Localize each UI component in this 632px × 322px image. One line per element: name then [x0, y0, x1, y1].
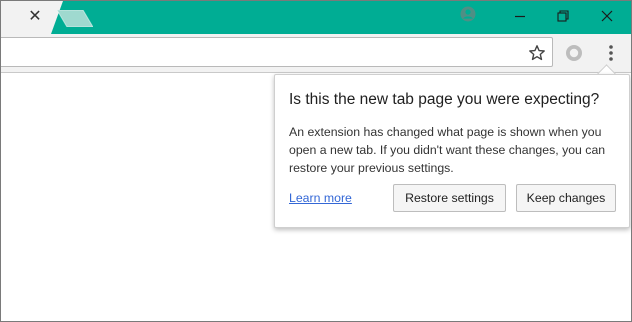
minimize-icon [515, 15, 525, 18]
close-window-button[interactable] [584, 1, 630, 31]
dialog-title: Is this the new tab page you were expect… [289, 91, 600, 108]
close-icon[interactable]: ✕ [26, 8, 44, 26]
star-icon[interactable] [528, 44, 546, 62]
browser-window: ✕ Is this the new tab page you were expe… [0, 0, 632, 322]
address-bar[interactable] [1, 37, 553, 67]
restore-icon [557, 10, 569, 22]
close-window-icon [601, 10, 613, 22]
restore-button[interactable] [540, 1, 586, 31]
dialog-body: An extension has changed what page is sh… [289, 125, 606, 175]
new-tab-icon[interactable] [57, 10, 93, 27]
keep-changes-button[interactable]: Keep changes [516, 184, 616, 212]
title-bar: ✕ [1, 1, 631, 34]
menu-icon[interactable] [604, 43, 618, 63]
minimize-button[interactable] [497, 1, 543, 31]
learn-more-link[interactable]: Learn more [289, 191, 352, 205]
extension-icon[interactable] [564, 43, 584, 63]
extension-ntp-dialog: Is this the new tab page you were expect… [274, 74, 630, 228]
profile-icon[interactable] [460, 6, 476, 22]
restore-settings-button[interactable]: Restore settings [393, 184, 506, 212]
tab-active[interactable]: ✕ [1, 1, 63, 34]
